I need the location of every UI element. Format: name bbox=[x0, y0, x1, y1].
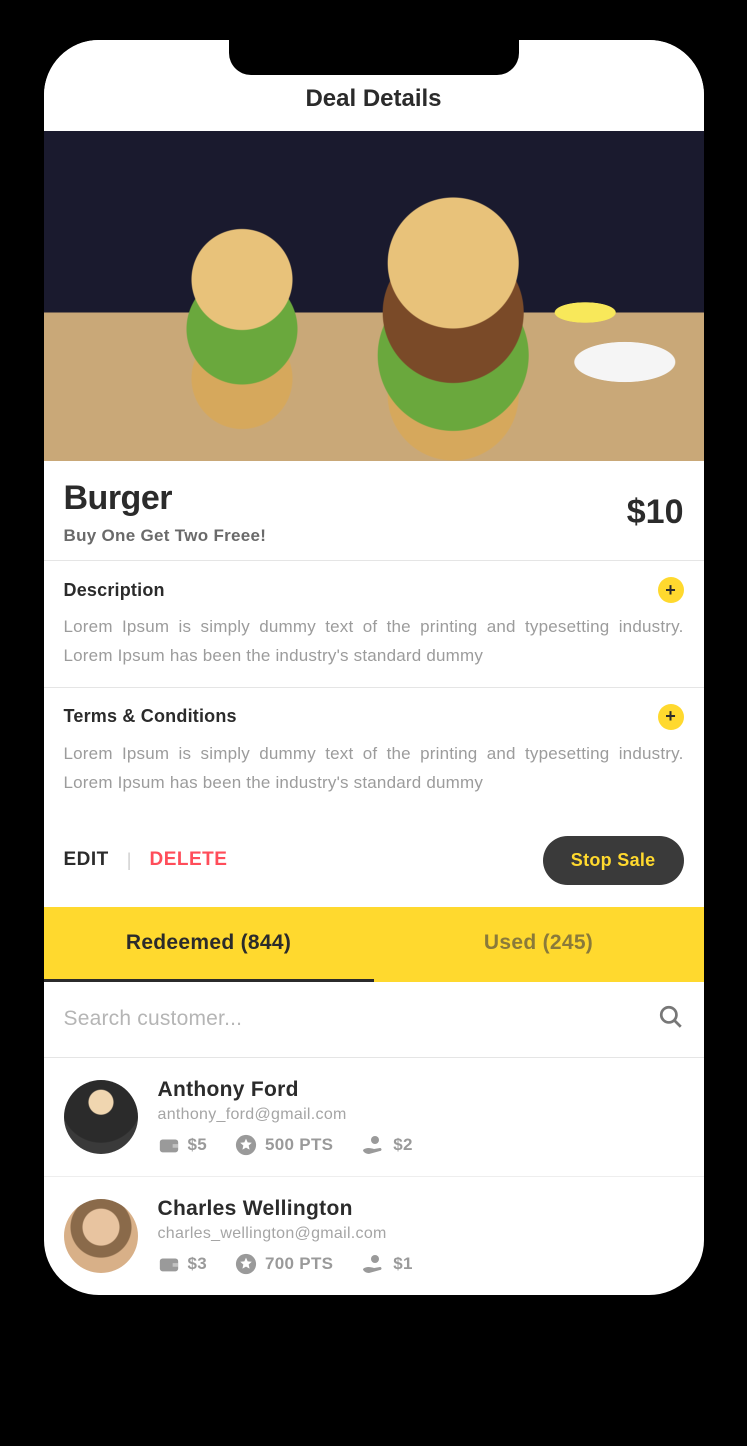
hand-coin-icon bbox=[361, 1135, 385, 1155]
customer-name: Charles Wellington bbox=[158, 1197, 684, 1221]
customer-name: Anthony Ford bbox=[158, 1078, 684, 1102]
plus-icon: + bbox=[665, 580, 676, 601]
deal-subtitle: Buy One Get Two Freee! bbox=[64, 526, 267, 546]
tab-used[interactable]: Used (245) bbox=[374, 907, 704, 982]
wallet-stat: $3 bbox=[158, 1254, 208, 1274]
tip-stat: $1 bbox=[361, 1254, 413, 1274]
action-row: EDIT | DELETE Stop Sale bbox=[44, 814, 704, 907]
points-stat: 700 PTS bbox=[235, 1253, 333, 1275]
deal-hero-image bbox=[44, 131, 704, 461]
hand-coin-icon bbox=[361, 1254, 385, 1274]
points-stat: 500 PTS bbox=[235, 1134, 333, 1156]
tip-value: $1 bbox=[393, 1254, 413, 1274]
expand-terms-button[interactable]: + bbox=[658, 704, 684, 730]
phone-frame: Deal Details Burger Buy One Get Two Free… bbox=[44, 40, 704, 1295]
search-icon[interactable] bbox=[658, 1004, 684, 1035]
wallet-value: $5 bbox=[188, 1135, 208, 1155]
customer-item[interactable]: Anthony Ford anthony_ford@gmail.com $5 5… bbox=[44, 1058, 704, 1177]
tip-value: $2 bbox=[393, 1135, 413, 1155]
star-badge-icon bbox=[235, 1134, 257, 1156]
deal-price: $10 bbox=[627, 493, 684, 532]
device-notch bbox=[229, 40, 519, 75]
points-value: 500 PTS bbox=[265, 1135, 333, 1155]
terms-title: Terms & Conditions bbox=[64, 706, 237, 727]
star-badge-icon bbox=[235, 1253, 257, 1275]
description-body: Lorem Ipsum is simply dummy text of the … bbox=[64, 613, 684, 671]
terms-section: Terms & Conditions + Lorem Ipsum is simp… bbox=[44, 687, 704, 814]
wallet-stat: $5 bbox=[158, 1135, 208, 1155]
wallet-icon bbox=[158, 1254, 180, 1274]
customer-item[interactable]: Charles Wellington charles_wellington@gm… bbox=[44, 1177, 704, 1295]
tab-redeemed[interactable]: Redeemed (844) bbox=[44, 907, 374, 982]
deal-title: Burger bbox=[64, 479, 267, 518]
action-separator: | bbox=[127, 850, 132, 871]
delete-button[interactable]: DELETE bbox=[149, 849, 227, 871]
avatar bbox=[64, 1199, 138, 1273]
points-value: 700 PTS bbox=[265, 1254, 333, 1274]
terms-body: Lorem Ipsum is simply dummy text of the … bbox=[64, 740, 684, 798]
expand-description-button[interactable]: + bbox=[658, 577, 684, 603]
tip-stat: $2 bbox=[361, 1135, 413, 1155]
wallet-value: $3 bbox=[188, 1254, 208, 1274]
search-row bbox=[44, 982, 704, 1058]
customer-email: charles_wellington@gmail.com bbox=[158, 1225, 684, 1243]
customer-email: anthony_ford@gmail.com bbox=[158, 1106, 684, 1124]
wallet-icon bbox=[158, 1135, 180, 1155]
avatar bbox=[64, 1080, 138, 1154]
search-input[interactable] bbox=[64, 1007, 658, 1031]
plus-icon: + bbox=[665, 706, 676, 727]
tabs: Redeemed (844) Used (245) bbox=[44, 907, 704, 982]
description-title: Description bbox=[64, 580, 165, 601]
description-section: Description + Lorem Ipsum is simply dumm… bbox=[44, 560, 704, 687]
stop-sale-button[interactable]: Stop Sale bbox=[543, 836, 684, 885]
edit-button[interactable]: EDIT bbox=[64, 849, 109, 871]
deal-header: Burger Buy One Get Two Freee! $10 bbox=[44, 461, 704, 560]
